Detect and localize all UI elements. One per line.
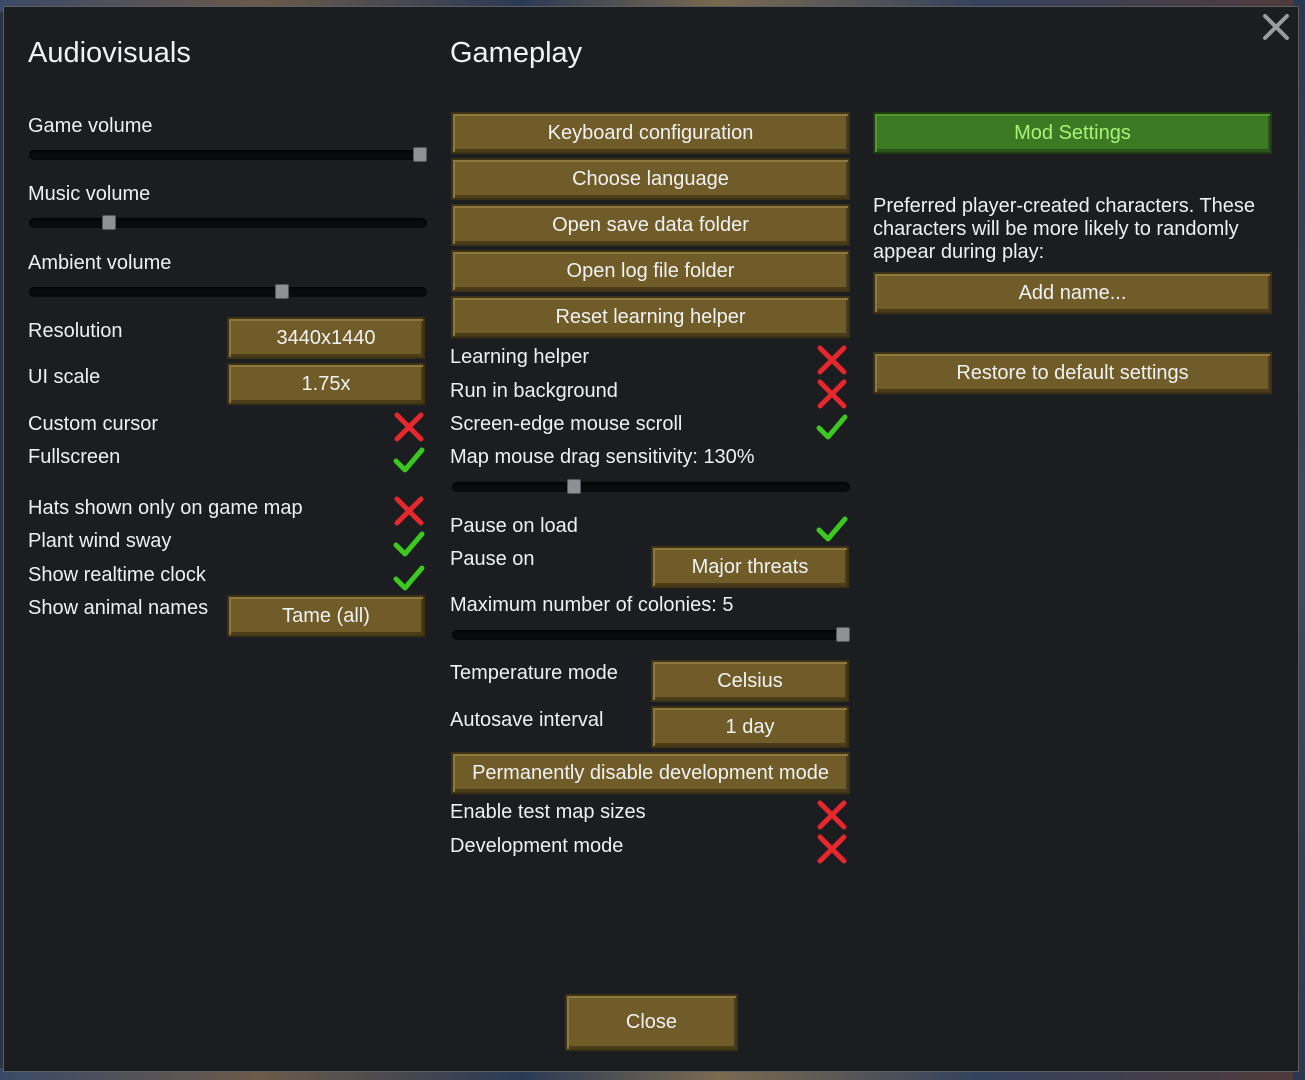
game-volume-slider[interactable] bbox=[29, 147, 427, 162]
ui-scale-label: UI scale bbox=[28, 366, 101, 388]
pause-on-button[interactable]: Major threats bbox=[651, 546, 849, 588]
mod-settings-button[interactable]: Mod Settings bbox=[873, 112, 1272, 154]
slider-thumb[interactable] bbox=[567, 479, 582, 494]
wind-sway-toggle[interactable] bbox=[392, 527, 426, 561]
edge-scroll-toggle[interactable] bbox=[815, 410, 849, 444]
audiovisuals-heading: Audiovisuals bbox=[28, 37, 191, 69]
autosave-label: Autosave interval bbox=[450, 709, 604, 731]
realtime-clock-toggle[interactable] bbox=[392, 561, 426, 595]
choose-language-button[interactable]: Choose language bbox=[451, 158, 850, 200]
resolution-label: Resolution bbox=[28, 320, 123, 342]
slider-thumb[interactable] bbox=[836, 627, 850, 642]
hats-label: Hats shown only on game map bbox=[28, 497, 303, 519]
restore-defaults-button[interactable]: Restore to default settings bbox=[873, 352, 1272, 394]
temperature-mode-label: Temperature mode bbox=[450, 662, 618, 684]
fullscreen-toggle[interactable] bbox=[392, 443, 426, 477]
resolution-button[interactable]: 3440x1440 bbox=[227, 317, 425, 359]
hats-toggle[interactable] bbox=[392, 494, 426, 528]
edge-scroll-label: Screen-edge mouse scroll bbox=[450, 413, 683, 435]
learning-helper-toggle[interactable] bbox=[815, 343, 849, 377]
ui-scale-button[interactable]: 1.75x bbox=[227, 363, 425, 405]
disable-dev-mode-button[interactable]: Permanently disable development mode bbox=[451, 752, 850, 794]
custom-cursor-toggle[interactable] bbox=[392, 410, 426, 444]
ambient-volume-label: Ambient volume bbox=[28, 252, 172, 274]
slider-thumb[interactable] bbox=[101, 215, 116, 230]
dev-mode-label: Development mode bbox=[450, 835, 624, 857]
ambient-volume-slider[interactable] bbox=[29, 284, 427, 299]
reset-helper-button[interactable]: Reset learning helper bbox=[451, 296, 850, 338]
temperature-mode-button[interactable]: Celsius bbox=[651, 660, 849, 702]
close-button[interactable]: Close bbox=[565, 994, 738, 1051]
preferred-characters-text: Preferred player-created characters. The… bbox=[873, 195, 1256, 263]
pause-on-load-label: Pause on load bbox=[450, 515, 578, 537]
wind-sway-label: Plant wind sway bbox=[28, 530, 172, 552]
dev-mode-toggle[interactable] bbox=[815, 832, 849, 866]
log-folder-button[interactable]: Open log file folder bbox=[451, 250, 850, 292]
music-volume-slider[interactable] bbox=[29, 215, 427, 230]
max-colonies-slider[interactable] bbox=[452, 627, 850, 642]
autosave-button[interactable]: 1 day bbox=[651, 706, 849, 748]
animal-names-label: Show animal names bbox=[28, 597, 209, 619]
slider-thumb[interactable] bbox=[274, 284, 289, 299]
save-folder-button[interactable]: Open save data folder bbox=[451, 204, 850, 246]
custom-cursor-label: Custom cursor bbox=[28, 413, 159, 435]
slider-thumb[interactable] bbox=[413, 147, 427, 162]
options-dialog: Audiovisuals Game volume Music volume Am… bbox=[3, 6, 1299, 1072]
close-icon[interactable] bbox=[1260, 11, 1292, 43]
game-volume-label: Game volume bbox=[28, 115, 153, 137]
drag-sensitivity-slider[interactable] bbox=[452, 479, 850, 494]
realtime-clock-label: Show realtime clock bbox=[28, 564, 206, 586]
test-map-sizes-toggle[interactable] bbox=[815, 798, 849, 832]
music-volume-label: Music volume bbox=[28, 183, 151, 205]
gameplay-heading: Gameplay bbox=[450, 37, 583, 69]
pause-on-load-toggle[interactable] bbox=[815, 512, 849, 546]
run-background-label: Run in background bbox=[450, 380, 618, 402]
run-background-toggle[interactable] bbox=[815, 377, 849, 411]
pause-on-label: Pause on bbox=[450, 548, 535, 570]
animal-names-button[interactable]: Tame (all) bbox=[227, 595, 425, 637]
learning-helper-label: Learning helper bbox=[450, 346, 589, 368]
max-colonies-label: Maximum number of colonies: 5 bbox=[450, 594, 734, 616]
keyboard-config-button[interactable]: Keyboard configuration bbox=[451, 112, 850, 154]
test-map-sizes-label: Enable test map sizes bbox=[450, 801, 646, 823]
add-name-button[interactable]: Add name... bbox=[873, 272, 1272, 314]
drag-sensitivity-label: Map mouse drag sensitivity: 130% bbox=[450, 446, 755, 468]
fullscreen-label: Fullscreen bbox=[28, 446, 121, 468]
